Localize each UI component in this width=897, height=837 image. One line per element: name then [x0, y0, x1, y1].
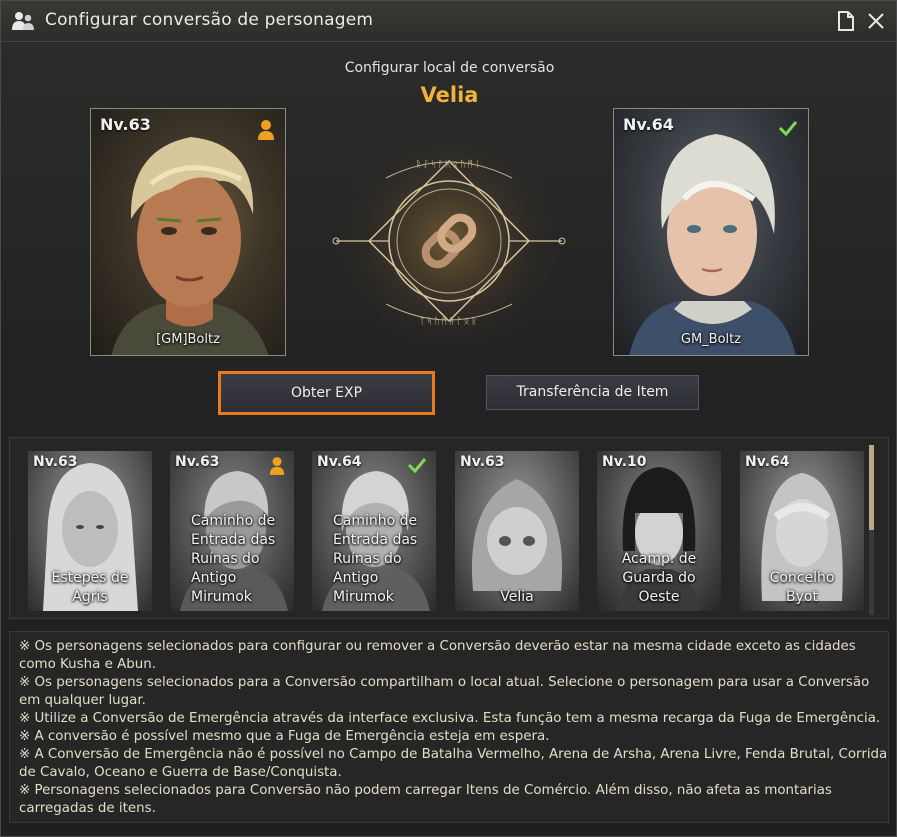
- character-card-3[interactable]: Nv.64 Caminho de Entrada das Ruínas do A…: [312, 451, 436, 611]
- character-card-4[interactable]: Nv.63 Velia: [455, 451, 579, 611]
- character-level: Nv.63: [33, 454, 78, 470]
- location-line: Ruínas do: [191, 551, 260, 567]
- location-line: Acamp. de: [621, 551, 697, 567]
- location-line: Caminho de: [191, 513, 276, 529]
- character-thumbnail: [471, 479, 563, 591]
- character-level: Nv.63: [100, 115, 151, 134]
- conversion-location-label: Configurar local de conversão: [344, 60, 555, 76]
- person-icon: [258, 120, 274, 140]
- conversion-location-city: Velia: [420, 83, 479, 107]
- character-card-1[interactable]: Nv.63 Estepes de Agris: [28, 451, 152, 611]
- location-line: Mirumok: [333, 589, 394, 605]
- check-icon: [778, 121, 798, 137]
- character-level: Nv.10: [602, 454, 647, 470]
- svg-text:ᚱᛇᛋᚹᚷᛟᚢᛗᛁ: ᚱᛇᛋᚹᚷᛟᚢᛗᛁ: [416, 159, 483, 170]
- character-level: Nv.63: [175, 454, 220, 470]
- note-line: ※ Personagens selecionados para Conversã…: [19, 783, 832, 816]
- location-line: Guarda do: [622, 570, 696, 586]
- character-card-5[interactable]: Nv.10 Acamp. de Guarda do Oeste: [597, 451, 721, 611]
- check-icon: [407, 458, 427, 474]
- note-line: ※ A conversão é possível mesmo que a Fug…: [19, 729, 550, 744]
- character-location: Velia: [455, 588, 579, 607]
- character-conversion-window: Configurar conversão de personagem Confi…: [0, 0, 897, 837]
- note-line: ※ A Conversão de Emergência não é possív…: [19, 747, 888, 780]
- character-level: Nv.64: [745, 454, 790, 470]
- location-line: Entrada das: [191, 532, 276, 548]
- character-level: Nv.63: [460, 454, 505, 470]
- characters-icon: [12, 12, 34, 30]
- location-line: Caminho de: [333, 513, 418, 529]
- right-character-portrait[interactable]: Nv.64 GM_Boltz: [613, 108, 809, 356]
- notes-panel: ※ Os personagens selecionados para confi…: [9, 631, 889, 823]
- note-line: ※ Os personagens selecionados para confi…: [19, 639, 856, 672]
- character-card-6[interactable]: Nv.64 Concelho Byot: [740, 451, 864, 611]
- character-level: Nv.64: [623, 115, 674, 134]
- item-transfer-button[interactable]: Transferência de Item: [486, 375, 699, 410]
- title-bar[interactable]: Configurar conversão de personagem: [1, 1, 896, 42]
- character-card-2[interactable]: Nv.63 Caminho de Entrada das Ruínas do A…: [170, 451, 294, 611]
- character-location: Caminho de Entrada das Ruínas do Antigo …: [333, 512, 417, 607]
- character-name: [GM]Boltz: [156, 332, 220, 347]
- document-icon[interactable]: [837, 11, 855, 31]
- svg-text:ᛏᛋᚢᛗᚺᛚᛟᚱ: ᛏᛋᚢᛗᚺᛚᛟᚱ: [419, 316, 478, 327]
- window-title: Configurar conversão de personagem: [45, 10, 374, 30]
- location-line: Mirumok: [191, 589, 252, 605]
- portrait-image: [629, 134, 796, 355]
- scrollbar-thumb[interactable]: [869, 445, 874, 530]
- left-character-portrait[interactable]: Nv.63 [GM]Boltz: [90, 108, 286, 356]
- character-location: Concelho Byot: [740, 569, 864, 607]
- location-line: Oeste: [638, 589, 680, 605]
- note-line: ※ Utilize a Conversão de Emergência atra…: [19, 711, 881, 726]
- character-location: Acamp. de Guarda do Oeste: [597, 550, 721, 607]
- location-line: Antigo: [333, 570, 379, 586]
- character-list-scrollbar[interactable]: [869, 445, 874, 615]
- location-line: Byot: [786, 589, 818, 605]
- character-name: GM_Boltz: [680, 332, 742, 347]
- location-line: Entrada das: [333, 532, 418, 548]
- portrait-image: [111, 137, 269, 355]
- location-line: Estepes de: [51, 570, 129, 586]
- location-line: Antigo: [191, 570, 237, 586]
- person-icon: [269, 457, 285, 475]
- location-line: Ruínas do: [333, 551, 402, 567]
- location-line: Agris: [72, 589, 108, 605]
- character-level: Nv.64: [317, 454, 362, 470]
- link-emblem: ᚱᛇᛋᚹᚷᛟᚢᛗᛁ ᛏᛋᚢᛗᚺᛚᛟᚱ: [331, 123, 567, 359]
- note-line: ※ Os personagens selecionados para a Con…: [19, 675, 870, 708]
- character-location: Estepes de Agris: [28, 569, 152, 607]
- character-location: Caminho de Entrada das Ruínas do Antigo …: [191, 512, 275, 607]
- location-line: Concelho: [769, 570, 835, 586]
- location-line: Velia: [500, 589, 534, 605]
- character-list: Nv.63 Estepes de Agris Nv.63 Caminho de …: [9, 437, 889, 619]
- close-icon[interactable]: [867, 12, 885, 30]
- obter-exp-button[interactable]: Obter EXP: [218, 371, 435, 415]
